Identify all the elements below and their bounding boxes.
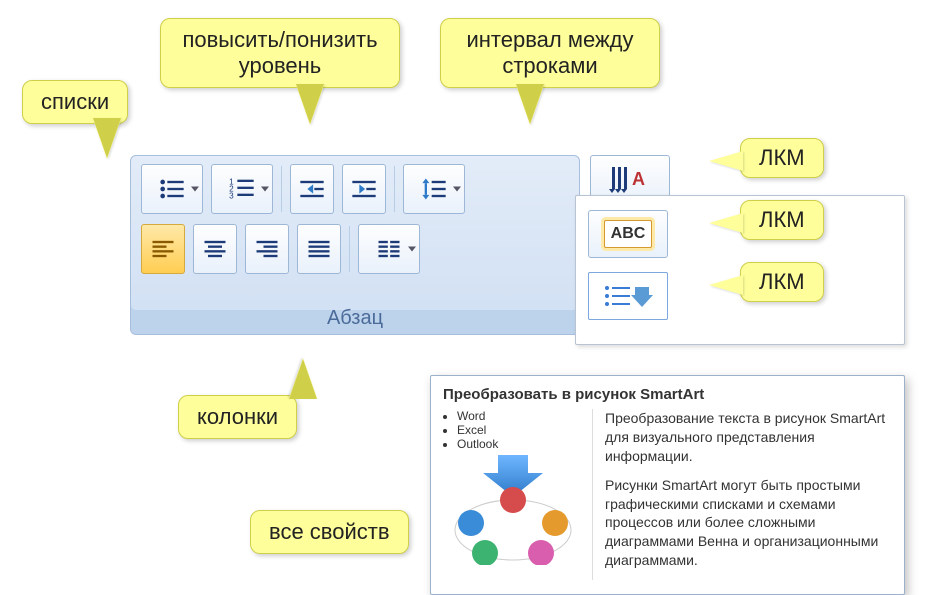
- chevron-down-icon: [408, 247, 416, 252]
- callout-lmb-1: ЛКМ: [740, 138, 824, 178]
- tooltip-thumb-item: Excel: [457, 423, 582, 437]
- numbering-button[interactable]: 123: [211, 164, 273, 214]
- tooltip-title: Преобразовать в рисунок SmartArt: [443, 386, 892, 403]
- tooltip-text: Преобразование текста в рисунок SmartArt…: [605, 409, 892, 580]
- callout-lmb-3-text: ЛКМ: [759, 269, 805, 294]
- callout-lmb-3: ЛКМ: [740, 262, 824, 302]
- callout-lmb-2: ЛКМ: [740, 200, 824, 240]
- align-center-button[interactable]: [193, 224, 237, 274]
- callout-columns-text: колонки: [197, 404, 278, 429]
- callout-indent: повысить/понизить уровень: [160, 18, 400, 88]
- callout-lmb-1-text: ЛКМ: [759, 145, 805, 170]
- tooltip-paragraph-2: Рисунки SmartArt могут быть простыми гра…: [605, 476, 892, 570]
- separator: [394, 166, 395, 212]
- group-label: Абзац: [131, 307, 579, 330]
- separator: [281, 166, 282, 212]
- increase-indent-button[interactable]: [342, 164, 386, 214]
- callout-lists-text: списки: [41, 89, 109, 114]
- line-spacing-button[interactable]: [403, 164, 465, 214]
- align-text-button[interactable]: ABC: [588, 210, 668, 258]
- callout-lmb-2-text: ЛКМ: [759, 207, 805, 232]
- callout-lists: списки: [22, 80, 128, 124]
- chevron-down-icon: [191, 187, 199, 192]
- tooltip-thumbnail: Word Excel Outlook: [443, 409, 593, 580]
- tooltip-thumb-item: Outlook: [457, 437, 582, 451]
- paragraph-group: 123 Абзац: [130, 155, 580, 335]
- callout-all-properties-text: все свойств: [269, 519, 390, 544]
- tooltip-paragraph-1: Преобразование текста в рисунок SmartArt…: [605, 409, 892, 466]
- bullets-button[interactable]: [141, 164, 203, 214]
- align-left-button[interactable]: [141, 224, 185, 274]
- callout-columns: колонки: [178, 395, 297, 439]
- align-right-button[interactable]: [245, 224, 289, 274]
- tooltip-thumb-item: Word: [457, 409, 582, 423]
- columns-button[interactable]: [358, 224, 420, 274]
- svg-text:A: A: [632, 169, 645, 189]
- convert-to-smartart-button[interactable]: [588, 272, 668, 320]
- chevron-down-icon: [261, 187, 269, 192]
- decrease-indent-button[interactable]: [290, 164, 334, 214]
- svg-text:3: 3: [229, 191, 234, 200]
- callout-spacing-text: интервал между строками: [466, 27, 633, 78]
- chevron-down-icon: [453, 187, 461, 192]
- abc-label: ABC: [604, 220, 653, 248]
- callout-all-properties: все свойств: [250, 510, 409, 554]
- callout-spacing: интервал между строками: [440, 18, 660, 88]
- justify-button[interactable]: [297, 224, 341, 274]
- smartart-tooltip: Преобразовать в рисунок SmartArt Word Ex…: [430, 375, 905, 595]
- separator: [349, 226, 350, 272]
- callout-indent-text: повысить/понизить уровень: [182, 27, 377, 78]
